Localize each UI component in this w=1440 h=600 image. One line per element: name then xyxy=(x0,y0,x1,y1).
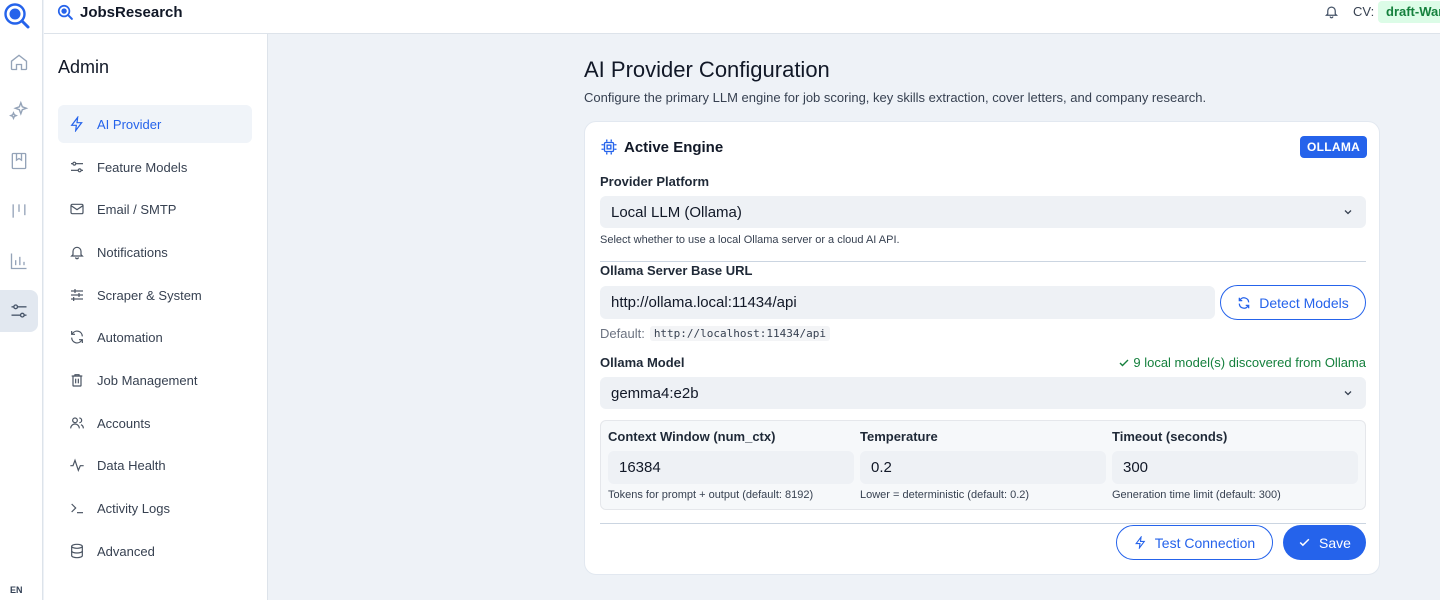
divider xyxy=(600,523,1366,524)
sidebar-item-data-health[interactable]: Data Health xyxy=(58,446,252,484)
sliders-icon[interactable] xyxy=(0,290,38,332)
sidebar-item-label: Automation xyxy=(97,329,163,345)
sidebar-item-advanced[interactable]: Advanced xyxy=(58,532,252,570)
sidebar-item-label: Data Health xyxy=(97,457,166,473)
check-icon xyxy=(1299,538,1310,547)
sidebar-item-scraper-system[interactable]: Scraper & System xyxy=(58,276,252,314)
bell-icon xyxy=(68,243,86,261)
app-name: JobsResearch xyxy=(80,3,183,21)
model-label: Ollama Model xyxy=(600,355,685,370)
model-status-text: 9 local model(s) discovered from Ollama xyxy=(1133,355,1366,370)
tune-icon xyxy=(68,286,86,304)
sidebar-item-notifications[interactable]: Notifications xyxy=(58,233,252,271)
model-select[interactable]: gemma4:e2b xyxy=(600,377,1366,409)
divider xyxy=(600,261,1366,262)
sidebar-item-ai-provider[interactable]: AI Provider xyxy=(58,105,252,143)
test-connection-label: Test Connection xyxy=(1154,534,1256,551)
language-switch[interactable]: EN xyxy=(10,585,23,595)
timeout-input[interactable]: 300 xyxy=(1112,451,1358,484)
chevron-down-icon xyxy=(1342,205,1354,222)
kanban-icon[interactable] xyxy=(0,190,38,232)
chevron-down-icon xyxy=(1342,386,1354,403)
detect-models-button[interactable]: Detect Models xyxy=(1220,285,1366,320)
admin-title: Admin xyxy=(58,57,110,77)
provider-platform-hint: Select whether to use a local Ollama ser… xyxy=(600,234,900,246)
sidebar-item-label: Job Management xyxy=(97,372,198,388)
sidebar-item-label: Activity Logs xyxy=(97,500,170,516)
sidebar-item-label: Advanced xyxy=(97,543,155,559)
bell-icon[interactable] xyxy=(1324,4,1339,24)
default-label: Default: xyxy=(600,326,645,341)
page-subtitle: Configure the primary LLM engine for job… xyxy=(584,90,1207,105)
sidebar-item-automation[interactable]: Automation xyxy=(58,318,252,356)
test-connection-button[interactable]: Test Connection xyxy=(1116,525,1273,560)
context-window-input[interactable]: 16384 xyxy=(608,451,854,484)
users-icon xyxy=(68,414,86,432)
sidebar-item-label: Notifications xyxy=(97,244,168,260)
sidebar-item-email-smtp[interactable]: Email / SMTP xyxy=(58,190,252,228)
model-status: 9 local model(s) discovered from Ollama xyxy=(1114,355,1366,370)
sidebar-item-label: Feature Models xyxy=(97,159,188,175)
timeout-hint: Generation time limit (default: 300) xyxy=(1112,489,1281,501)
provider-platform-value: Local LLM (Ollama) xyxy=(611,203,742,221)
temperature-label: Temperature xyxy=(860,429,938,444)
default-url: http://localhost:11434/api xyxy=(649,326,830,341)
base-url-input[interactable]: http://ollama.local:11434/api xyxy=(600,286,1215,319)
admin-sidebar: Admin AI Provider Feature Models Email /… xyxy=(44,34,268,600)
trash-icon xyxy=(68,371,86,389)
bookmark-icon[interactable] xyxy=(0,140,38,182)
cv-label: CV: xyxy=(1353,4,1375,19)
active-engine-card: Active Engine OLLAMA Provider Platform L… xyxy=(584,121,1380,575)
timeout-label: Timeout (seconds) xyxy=(1112,429,1228,444)
activity-icon xyxy=(68,456,86,474)
provider-platform-select[interactable]: Local LLM (Ollama) xyxy=(600,196,1366,228)
icon-rail: EN xyxy=(0,0,43,600)
base-url-label: Ollama Server Base URL xyxy=(600,263,753,278)
context-window-hint: Tokens for prompt + output (default: 819… xyxy=(608,489,814,501)
context-window-label: Context Window (num_ctx) xyxy=(608,429,776,444)
card-header: Active Engine xyxy=(600,138,723,156)
page-title: AI Provider Configuration xyxy=(584,57,830,82)
sidebar-item-job-management[interactable]: Job Management xyxy=(58,361,252,399)
search-logo-icon xyxy=(57,4,73,20)
sparkles-icon[interactable] xyxy=(0,90,38,132)
brand[interactable]: JobsResearch xyxy=(57,2,183,22)
bolt-icon xyxy=(1134,536,1146,549)
mail-icon xyxy=(68,200,86,218)
top-bar: JobsResearch CV: draft-War xyxy=(44,0,1440,34)
model-params: Context Window (num_ctx) 16384 Tokens fo… xyxy=(600,420,1366,510)
detect-models-label: Detect Models xyxy=(1259,294,1349,311)
sliders-icon xyxy=(68,158,86,176)
refresh-icon xyxy=(68,328,86,346)
model-value: gemma4:e2b xyxy=(611,384,699,402)
terminal-icon xyxy=(68,499,86,517)
provider-badge: OLLAMA xyxy=(1300,136,1368,158)
sidebar-item-label: Email / SMTP xyxy=(97,201,177,217)
check-icon xyxy=(1119,359,1129,366)
sidebar-item-label: Scraper & System xyxy=(97,287,202,303)
sidebar-item-activity-logs[interactable]: Activity Logs xyxy=(58,489,252,527)
sidebar-item-label: AI Provider xyxy=(97,116,162,132)
card-title: Active Engine xyxy=(624,138,724,156)
home-icon[interactable] xyxy=(0,41,38,83)
sidebar-item-feature-models[interactable]: Feature Models xyxy=(58,148,252,186)
refresh-icon xyxy=(1238,296,1250,309)
temperature-hint: Lower = deterministic (default: 0.2) xyxy=(860,489,1030,501)
provider-platform-label: Provider Platform xyxy=(600,174,710,189)
save-label: Save xyxy=(1319,534,1351,551)
chip-icon xyxy=(601,139,617,155)
database-icon xyxy=(68,542,86,560)
temperature-input[interactable]: 0.2 xyxy=(860,451,1106,484)
bolt-icon xyxy=(68,115,86,133)
cv-selector[interactable]: draft-War xyxy=(1378,1,1440,23)
base-url-default: Default: http://localhost:11434/api xyxy=(600,326,830,341)
chart-icon[interactable] xyxy=(0,240,38,282)
app-logo-icon[interactable] xyxy=(3,2,31,30)
sidebar-item-accounts[interactable]: Accounts xyxy=(58,404,252,442)
save-button[interactable]: Save xyxy=(1283,525,1366,560)
sidebar-item-label: Accounts xyxy=(97,415,151,431)
